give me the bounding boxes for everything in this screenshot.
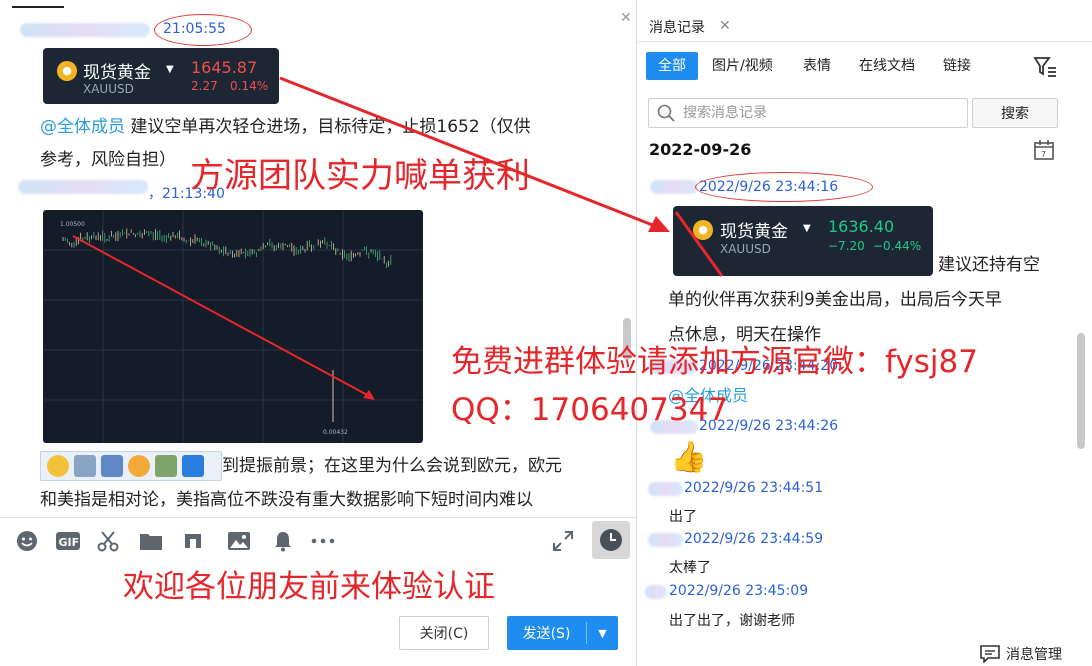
date-heading: 2022-09-26 (649, 140, 752, 159)
gif-icon[interactable]: GIF (55, 530, 81, 552)
collapse-icon[interactable]: ✕ (620, 10, 632, 26)
send-label[interactable]: 发送(S) (507, 623, 586, 643)
close-icon[interactable]: ✕ (719, 18, 731, 34)
message-manage-button[interactable]: 消息管理 (980, 644, 1062, 664)
history-time: 2022/9/26 23:44:51 (684, 480, 824, 496)
thumbs-up-sticker: 👍 (670, 440, 708, 475)
message-line: 到提振前景；在这里为什么会说到欧元，欧元 (222, 456, 562, 476)
quote-price: 1636.40 (828, 217, 895, 236)
calendar-icon[interactable]: 7 (1033, 139, 1055, 165)
search-input[interactable] (683, 105, 953, 121)
clock-icon (600, 529, 622, 551)
folder-icon[interactable] (139, 530, 163, 552)
sender-name-blurred (20, 23, 150, 37)
promo-qq: QQ：1706407347 (451, 392, 729, 428)
star-icon[interactable] (182, 455, 204, 477)
history-time: 2022/9/26 23:44:59 (684, 531, 824, 547)
quote-change-pct: 0.14% (230, 79, 269, 93)
history-text: 出了 (669, 509, 697, 525)
chevron-down-icon[interactable]: ▼ (587, 627, 618, 640)
mention-all[interactable]: @全体成员 (40, 117, 125, 137)
svg-text:7: 7 (1041, 150, 1046, 159)
chart-top-label: 1.00500 (60, 221, 85, 228)
gold-quote-card[interactable]: ● 现货黄金 ▼ XAUUSD 1645.87 2.27 0.14% (43, 48, 279, 104)
tab-media[interactable]: 图片/视频 (712, 52, 773, 80)
history-time: 2022/9/26 23:45:09 (669, 583, 809, 599)
message-manage-label[interactable]: 消息管理 (1006, 644, 1062, 664)
bell-icon[interactable] (272, 530, 294, 552)
save-icon[interactable] (74, 455, 96, 477)
emoji-add-icon[interactable] (47, 455, 69, 477)
history-text: 太棒了 (669, 560, 711, 576)
message-manage-icon (980, 645, 1000, 663)
sender-name-blurred (648, 482, 683, 496)
tab-indicator (12, 6, 64, 8)
message-line: 和美指是相对论，美指高位不跌没有重大数据影响下短时间内难以 (40, 490, 533, 510)
sender-name-blurred (645, 585, 667, 599)
history-header: 消息记录 ✕ (637, 0, 1092, 42)
candlestick-chart-image[interactable]: 1.00500 0.00432 (43, 210, 423, 443)
history-scrollbar[interactable] (1077, 333, 1085, 449)
tab-docs[interactable]: 在线文档 (859, 52, 915, 80)
emoji-icon[interactable] (16, 530, 38, 552)
filter-icon[interactable] (1033, 56, 1057, 82)
chart-svg: 1.00500 0.00432 (43, 210, 423, 443)
quote-change: −7.20 (828, 239, 865, 253)
image-icon[interactable] (227, 530, 251, 552)
chart-bottom-label: 0.00432 (323, 429, 348, 436)
gold-quote-card[interactable]: ● 现货黄金 ▼ XAUUSD 1636.40 −7.20 −0.44% (673, 206, 933, 276)
composer-toolbar: GIF (0, 517, 636, 565)
promo-team-call: 方源团队实力喊单获利 (190, 156, 530, 196)
expand-icon[interactable] (552, 530, 574, 552)
scissors-icon[interactable] (97, 530, 119, 552)
screen-icon[interactable] (101, 455, 123, 477)
sender-name-blurred (18, 180, 148, 194)
music-icon[interactable] (182, 530, 204, 552)
time-highlight-ring (695, 172, 873, 202)
time-highlight-ring (154, 14, 252, 46)
tab-stickers[interactable]: 表情 (803, 52, 831, 80)
svg-text:GIF: GIF (59, 536, 80, 549)
tab-all[interactable]: 全部 (646, 52, 698, 80)
quote-name: 现货黄金 (720, 222, 788, 242)
gold-coin-icon: ● (57, 61, 77, 81)
sender-name-blurred (648, 533, 683, 547)
emoji-quick-bar (40, 451, 222, 481)
history-text: 建议还持有空 (938, 255, 1040, 275)
caret-down-icon: ▼ (803, 223, 811, 234)
caret-down-icon: ▼ (166, 64, 174, 75)
sender-name-blurred (650, 180, 698, 194)
search-box[interactable] (648, 98, 968, 128)
gold-coin-icon: ● (693, 220, 713, 240)
quote-price: 1645.87 (191, 58, 258, 77)
history-toggle-button[interactable] (592, 521, 630, 559)
quote-symbol: XAUUSD (720, 242, 771, 256)
message-line: 建议空单再次轻仓进场，目标待定，止损1652（仅供 (125, 117, 531, 137)
quote-change: 2.27 (191, 79, 218, 93)
promo-welcome: 欢迎各位朋友前来体验认证 (123, 569, 495, 605)
emoji-face-icon[interactable] (128, 455, 150, 477)
message-line: 参考，风险自担） (40, 150, 176, 170)
quote-symbol: XAUUSD (83, 82, 134, 96)
quote-change-pct: −0.44% (873, 239, 922, 253)
search-button[interactable]: 搜索 (972, 98, 1058, 128)
history-title: 消息记录 (649, 20, 705, 36)
history-text: 单的伙伴再次获利9美金出局，出局后今天早 (668, 290, 1002, 310)
close-button[interactable]: 关闭(C) (399, 616, 489, 650)
search-icon (657, 104, 675, 122)
quote-name: 现货黄金 (83, 63, 151, 83)
message-text: @全体成员 建议空单再次轻仓进场，目标待定，止损1652（仅供 (40, 112, 531, 143)
more-icon[interactable] (310, 530, 336, 552)
history-text: 出了出了，谢谢老师 (669, 613, 795, 629)
tab-links[interactable]: 链接 (943, 52, 971, 80)
photo-icon[interactable] (155, 455, 177, 477)
send-button[interactable]: 发送(S) ▼ (507, 616, 618, 650)
promo-free-join: 免费进群体验请添加方源官微：fysj87 (451, 344, 978, 380)
